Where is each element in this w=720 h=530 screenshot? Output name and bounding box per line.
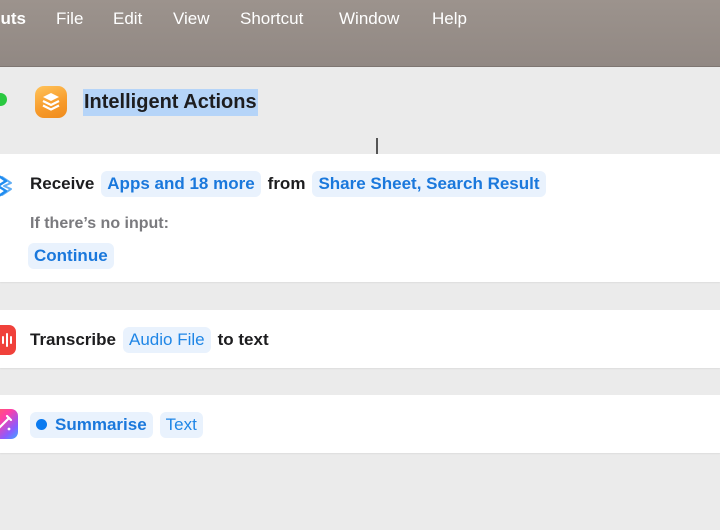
audio-file-token[interactable]: Audio File [123,327,211,353]
menu-view[interactable]: View [173,8,210,30]
summarise-dot-icon [36,419,47,431]
apple-intelligence-icon [0,409,18,439]
transcribe-row: Transcribe Audio File to text [30,327,276,353]
from-word: from [267,174,306,193]
menu-app-name[interactable]: cuts [0,8,26,30]
to-text-suffix: to text [217,330,269,349]
no-input-continue-token[interactable]: Continue [28,243,114,269]
menu-window[interactable]: Window [339,8,399,30]
shortcut-title-field[interactable]: Intelligent Actions [83,89,258,116]
text-input-token[interactable]: Text [159,412,203,438]
receive-verb: Receive [30,174,95,193]
summarise-action-card[interactable]: Summarise Text [0,395,720,453]
menu-edit[interactable]: Edit [113,8,142,30]
summarise-row: Summarise Text [30,412,210,438]
shortcuts-stack-icon[interactable] [35,86,67,118]
receive-action-card[interactable]: Receive Apps and 18 more from Share Shee… [0,154,720,282]
audio-waveform-icon [0,325,16,355]
input-types-token[interactable]: Apps and 18 more [101,171,261,197]
no-input-label: If there’s no input: [30,215,169,232]
shortcut-title: Intelligent Actions [84,91,257,113]
insertion-cursor [376,138,378,154]
transcribe-verb: Transcribe [30,330,116,349]
receive-row: Receive Apps and 18 more from Share Shee… [30,171,553,197]
summarise-token[interactable]: Summarise [30,412,153,438]
menu-file[interactable]: File [56,8,83,30]
no-input-row: If there’s no input: [30,211,169,237]
share-receive-icon [0,171,14,206]
menu-help[interactable]: Help [432,8,467,30]
menu-bar: cuts File Edit View Shortcut Window Help [0,0,720,67]
menu-shortcut[interactable]: Shortcut [240,8,303,30]
no-input-value-row: Continue [28,243,121,269]
transcribe-action-card[interactable]: Transcribe Audio File to text [0,310,720,368]
window-zoom-button[interactable] [0,93,7,106]
input-sources-token[interactable]: Share Sheet, Search Result [312,171,546,197]
summarise-label: Summarise [55,415,147,434]
